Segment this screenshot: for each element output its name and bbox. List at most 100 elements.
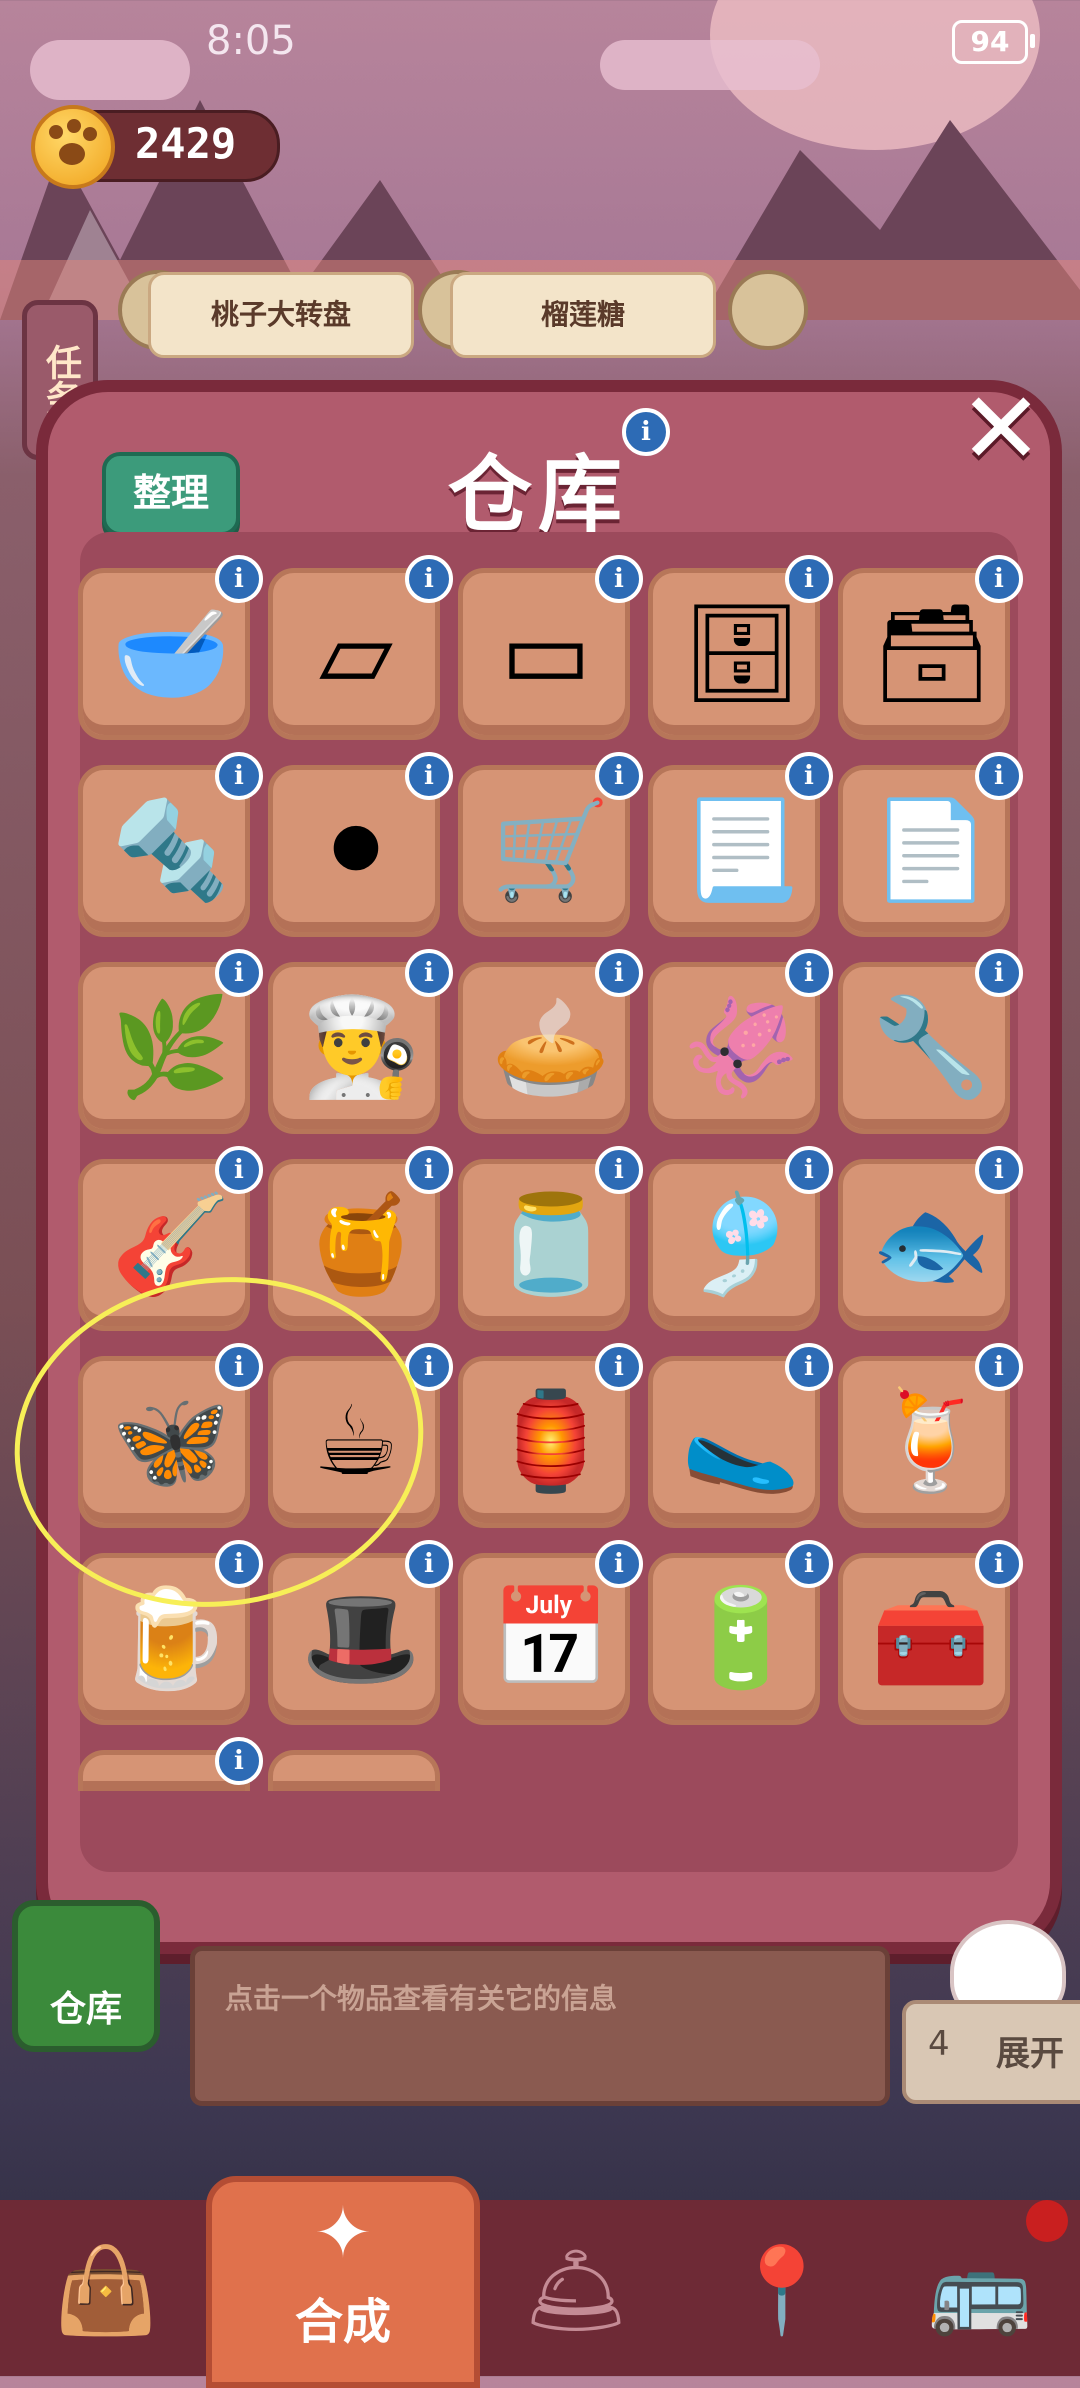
- paper-strip-icon: 📃: [681, 794, 801, 906]
- metal-plates-icon: ▭: [500, 597, 592, 709]
- notification-dot: [1026, 2200, 1068, 2242]
- cabinet-icon: 🗃: [871, 597, 993, 709]
- item-slot[interactable]: 🗄 i: [648, 555, 833, 740]
- info-icon[interactable]: i: [215, 1737, 263, 1785]
- info-icon[interactable]: i: [785, 949, 833, 997]
- info-icon[interactable]: i: [215, 555, 263, 603]
- caramel-drop-icon: 🍯: [301, 1188, 421, 1300]
- item-slot[interactable]: 📄 i: [838, 752, 1023, 937]
- service-bell-icon[interactable]: 🛎: [506, 2220, 646, 2360]
- item-slot[interactable]: 🦑 i: [648, 949, 833, 1134]
- paw-coin-counter[interactable]: 2429: [31, 105, 280, 189]
- info-icon[interactable]: i: [785, 752, 833, 800]
- modal-title: 仓库: [448, 446, 629, 544]
- item-slot[interactable]: 🥣 i: [78, 555, 263, 740]
- wind-chime-icon: 🎐: [681, 1188, 801, 1300]
- battery-card-icon: 🔋: [681, 1582, 801, 1694]
- expand-count: 4: [928, 2024, 950, 2064]
- map-icon[interactable]: 📍: [712, 2220, 852, 2360]
- expand-label: 展开: [996, 2034, 1064, 2074]
- info-icon[interactable]: i: [975, 555, 1023, 603]
- info-icon[interactable]: i: [785, 1540, 833, 1588]
- paw-coin-icon: [31, 105, 115, 189]
- info-icon[interactable]: i: [785, 1343, 833, 1391]
- ceramic-pot-icon: 🥣: [111, 597, 231, 709]
- item-slot[interactable]: 🌿 i: [78, 949, 263, 1134]
- nav-merge-label: 合成: [294, 2294, 391, 2350]
- herb-sprig-icon: 🌿: [111, 991, 231, 1103]
- info-icon[interactable]: i: [975, 1146, 1023, 1194]
- info-icon[interactable]: i: [405, 1540, 453, 1588]
- item-slot[interactable]: 👨‍🍳 i: [268, 949, 453, 1134]
- warehouse-tab[interactable]: 仓库: [12, 1900, 160, 2052]
- item-slot[interactable]: 🍹 i: [838, 1343, 1023, 1528]
- item-slot[interactable]: 🔩 i: [78, 752, 263, 937]
- info-icon[interactable]: i: [785, 555, 833, 603]
- item-slot[interactable]: 🛒 i: [458, 752, 643, 937]
- fruit-drink-icon: 🍹: [871, 1385, 991, 1497]
- battery-indicator: 94: [952, 20, 1035, 64]
- item-slot[interactable]: 🎐 i: [648, 1146, 833, 1331]
- info-icon[interactable]: i: [595, 555, 643, 603]
- sort-button[interactable]: 整理: [102, 452, 240, 536]
- item-slot[interactable]: 🐟 i: [838, 1146, 1023, 1331]
- title-info-icon[interactable]: i: [622, 408, 670, 456]
- info-icon[interactable]: i: [975, 1343, 1023, 1391]
- tart-icon: 🥧: [491, 991, 611, 1103]
- item-slot[interactable]: 🔋 i: [648, 1540, 833, 1725]
- item-slot[interactable]: 🏮 i: [458, 1343, 643, 1528]
- shop-bag-icon[interactable]: 👜: [36, 2220, 176, 2360]
- info-icon[interactable]: i: [405, 1146, 453, 1194]
- task-card[interactable]: 榴莲糖: [450, 272, 716, 358]
- tea-scroll-icon: 🏮: [491, 1385, 611, 1497]
- info-icon[interactable]: i: [405, 555, 453, 603]
- info-icon[interactable]: i: [595, 1343, 643, 1391]
- status-bar: 8:05 94: [0, 0, 1080, 80]
- item-slot[interactable]: 📅 i: [458, 1540, 643, 1725]
- metal-sheets-icon: ▱: [319, 597, 393, 709]
- task-card[interactable]: 桃子大转盘: [148, 272, 414, 358]
- item-slot[interactable]: 🫙 i: [458, 1146, 643, 1331]
- item-slot[interactable]: 🧰 i: [838, 1540, 1023, 1725]
- item-slot[interactable]: ▭ i: [458, 555, 643, 740]
- magic-hat-icon: 🎩: [301, 1582, 421, 1694]
- item-slot[interactable]: 🔧 i: [838, 949, 1023, 1134]
- item-slot[interactable]: [268, 1750, 440, 1791]
- status-time: 8:05: [206, 18, 296, 64]
- item-slot[interactable]: 🗃 i: [838, 555, 1023, 740]
- item-slot[interactable]: ⚫ i: [268, 752, 453, 937]
- item-slot[interactable]: i: [78, 1737, 263, 1791]
- info-icon[interactable]: i: [975, 949, 1023, 997]
- chef-hat-icon: 👨‍🍳: [301, 991, 421, 1103]
- info-icon[interactable]: i: [595, 949, 643, 997]
- safe-icon: 🗄: [681, 597, 803, 709]
- info-icon[interactable]: i: [595, 1146, 643, 1194]
- item-slot[interactable]: 🥿 i: [648, 1343, 833, 1528]
- item-slot[interactable]: 🥧 i: [458, 949, 643, 1134]
- slipper-icon: 🥿: [681, 1385, 801, 1497]
- calendar-icon: 📅: [491, 1582, 611, 1694]
- item-slot[interactable]: 📃 i: [648, 752, 833, 937]
- item-info-panel: 点击一个物品查看有关它的信息: [190, 1946, 890, 2106]
- info-icon[interactable]: i: [405, 752, 453, 800]
- dried-squid-icon: 🦑: [681, 991, 801, 1103]
- info-icon[interactable]: i: [595, 1540, 643, 1588]
- info-icon[interactable]: i: [785, 1146, 833, 1194]
- bus-icon[interactable]: 🚌: [910, 2220, 1050, 2360]
- nav-merge-tab[interactable]: ✦ 合成: [206, 2176, 480, 2388]
- info-icon[interactable]: i: [215, 752, 263, 800]
- info-icon[interactable]: i: [215, 1146, 263, 1194]
- info-icon[interactable]: i: [595, 752, 643, 800]
- expand-button[interactable]: 4 展开: [902, 2000, 1080, 2104]
- task-item-icon: [728, 270, 808, 350]
- close-button[interactable]: ✕: [956, 379, 1046, 479]
- item-slot[interactable]: ▱ i: [268, 555, 453, 740]
- info-icon[interactable]: i: [975, 1540, 1023, 1588]
- glass-jar-icon: 🫙: [491, 1188, 611, 1300]
- info-icon[interactable]: i: [975, 752, 1023, 800]
- info-icon[interactable]: i: [215, 949, 263, 997]
- info-icon[interactable]: i: [405, 949, 453, 997]
- paw-coin-amount: 2429: [135, 119, 237, 168]
- item-info-hint: 点击一个物品查看有关它的信息: [225, 1982, 618, 2015]
- treasure-chest-icon: 🧰: [871, 1582, 991, 1694]
